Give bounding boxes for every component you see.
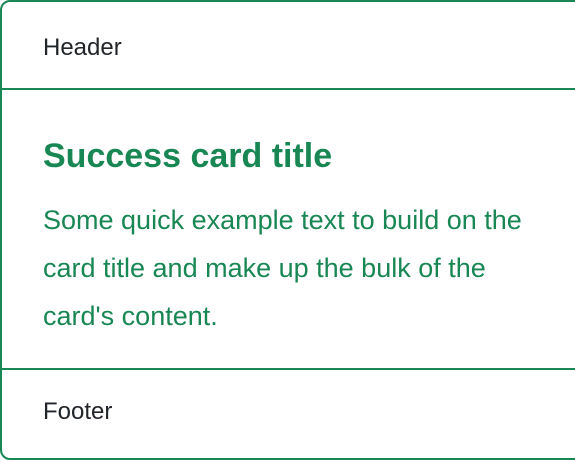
success-card: Header Success card title Some quick exa…	[0, 0, 575, 460]
card-header-text: Header	[43, 34, 122, 61]
card-footer: Footer	[2, 368, 575, 462]
card-header: Header	[2, 2, 575, 90]
card-text: Some quick example text to build on the …	[43, 205, 522, 331]
card-title: Success card title	[43, 137, 333, 175]
card-footer-text: Footer	[43, 398, 113, 425]
card-body: Success card title Some quick example te…	[2, 90, 575, 368]
